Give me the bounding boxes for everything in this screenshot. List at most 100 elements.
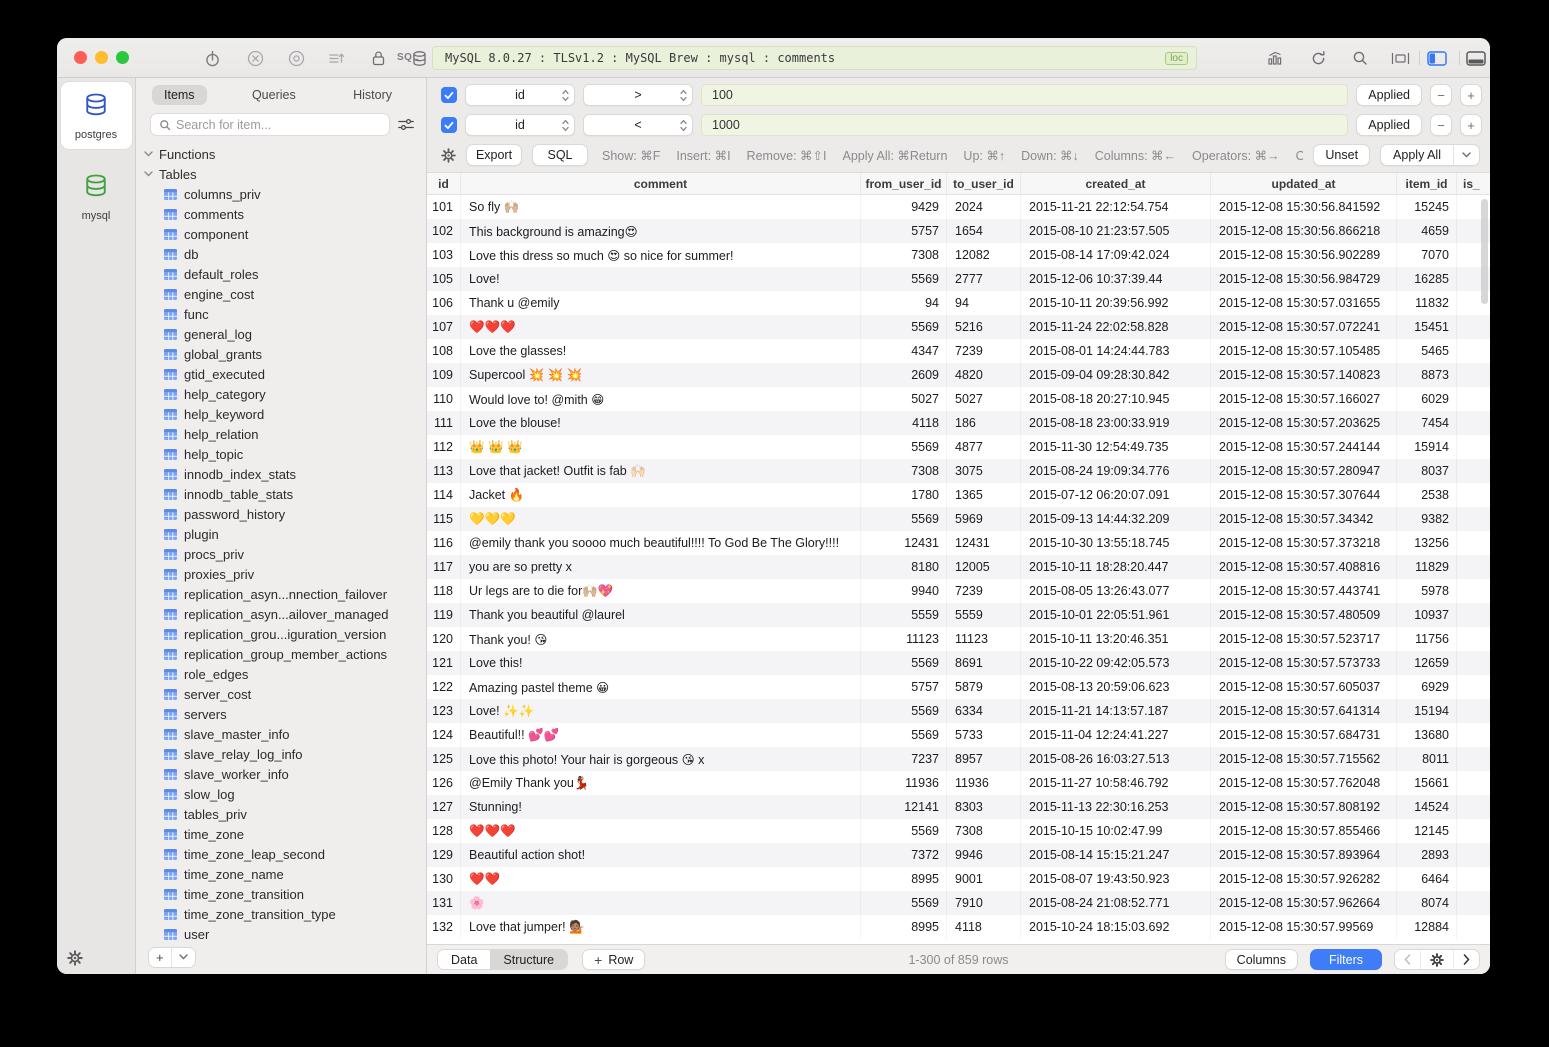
cell-comment[interactable]: ❤️❤️❤️ [461,315,861,339]
zoom-window-button[interactable] [116,51,129,64]
table-row[interactable]: 102This background is amazing😍5757165420… [427,219,1490,243]
cell-item_id[interactable]: 9382 [1397,507,1457,531]
cell-updated_at[interactable]: 2015-12-08 15:30:57.443741 [1211,579,1397,603]
cell-created_at[interactable]: 2015-10-30 13:55:18.745 [1021,531,1211,555]
cell-comment[interactable]: Stunning! [461,795,861,819]
cell-comment[interactable]: ❤️❤️❤️ [461,819,861,843]
cell-updated_at[interactable]: 2015-12-08 15:30:56.866218 [1211,219,1397,243]
cell-to_user_id[interactable]: 5733 [947,723,1021,747]
cell-comment[interactable]: Love! [461,267,861,291]
cell-updated_at[interactable]: 2015-12-08 15:30:57.480509 [1211,603,1397,627]
cell-updated_at[interactable]: 2015-12-08 15:30:57.641314 [1211,699,1397,723]
cell-to_user_id[interactable]: 6334 [947,699,1021,723]
cell-updated_at[interactable]: 2015-12-08 15:30:57.893964 [1211,843,1397,867]
sidebar-table-item[interactable]: help_category [136,384,426,404]
cell-updated_at[interactable]: 2015-12-08 15:30:57.715562 [1211,747,1397,771]
cell-id[interactable]: 127 [427,795,461,819]
cell-updated_at[interactable]: 2015-12-08 15:30:57.926282 [1211,867,1397,891]
sidebar-table-item[interactable]: global_grants [136,344,426,364]
cell-created_at[interactable]: 2015-10-15 10:02:47.99 [1021,819,1211,843]
cell-created_at[interactable]: 2015-08-10 21:23:57.505 [1021,219,1211,243]
cell-item_id[interactable]: 8074 [1397,891,1457,915]
cell-id[interactable]: 122 [427,675,461,699]
cell-id[interactable]: 113 [427,459,461,483]
cell-comment[interactable]: So fly 🙌🏼 [461,195,861,219]
apply-all-button[interactable]: Apply All [1380,144,1480,166]
cell-to_user_id[interactable]: 3075 [947,459,1021,483]
cell-item_id[interactable]: 13256 [1397,531,1457,555]
column-header-updated_at[interactable]: updated_at [1211,173,1397,194]
cell-id[interactable]: 119 [427,603,461,627]
cell-created_at[interactable]: 2015-11-21 14:13:57.187 [1021,699,1211,723]
cell-item_id[interactable]: 15661 [1397,771,1457,795]
table-row[interactable]: 112👑 👑 👑556948772015-11-30 12:54:49.7352… [427,435,1490,459]
table-row[interactable]: 116@emily thank you soooo much beautiful… [427,531,1490,555]
cell-created_at[interactable]: 2015-09-04 09:28:30.842 [1021,363,1211,387]
cell-from_user_id[interactable]: 11936 [861,771,947,795]
cell-from_user_id[interactable]: 7372 [861,843,947,867]
cell-to_user_id[interactable]: 186 [947,411,1021,435]
apply-all-dropdown-chevron-icon[interactable] [1453,145,1479,165]
table-row[interactable]: 105Love!556927772015-12-06 10:37:39.4420… [427,267,1490,291]
sidebar-table-item[interactable]: help_topic [136,444,426,464]
cell-id[interactable]: 123 [427,699,461,723]
cell-comment[interactable]: 👑 👑 👑 [461,435,861,459]
add-filter-button[interactable]: + [1460,84,1482,106]
table-row[interactable]: 131🌸556979102015-08-24 21:08:52.7712015-… [427,891,1490,915]
filter-column-select[interactable]: id [465,114,575,136]
prev-page-icon[interactable] [1395,950,1420,969]
cell-item_id[interactable]: 6029 [1397,387,1457,411]
cell-created_at[interactable]: 2015-12-06 10:37:39.44 [1021,267,1211,291]
sidebar-table-item[interactable]: role_edges [136,664,426,684]
cell-updated_at[interactable]: 2015-12-08 15:30:57.99569 [1211,915,1397,939]
cell-id[interactable]: 126 [427,771,461,795]
cell-to_user_id[interactable]: 12082 [947,243,1021,267]
filter-checkbox[interactable] [441,117,457,133]
cell-id[interactable]: 114 [427,483,461,507]
cell-from_user_id[interactable]: 9940 [861,579,947,603]
cell-to_user_id[interactable]: 7308 [947,819,1021,843]
cell-item_id[interactable]: 7454 [1397,411,1457,435]
cell-created_at[interactable]: 2015-11-27 10:58:46.792 [1021,771,1211,795]
sidebar-table-item[interactable]: replication_grou...iguration_version [136,624,426,644]
cell-to_user_id[interactable]: 8691 [947,651,1021,675]
cell-item_id[interactable]: 16285 [1397,267,1457,291]
cell-is[interactable] [1457,555,1490,579]
filter-operator-select[interactable]: > [583,84,693,106]
refresh-icon[interactable] [1308,48,1328,68]
add-item-dropdown[interactable] [171,948,195,967]
cell-to_user_id[interactable]: 11936 [947,771,1021,795]
cell-id[interactable]: 103 [427,243,461,267]
cell-item_id[interactable]: 12659 [1397,651,1457,675]
cell-from_user_id[interactable]: 5569 [861,507,947,531]
sidebar-table-item[interactable]: replication_asyn...ailover_managed [136,604,426,624]
cell-comment[interactable]: ❤️❤️ [461,867,861,891]
cell-id[interactable]: 106 [427,291,461,315]
cell-from_user_id[interactable]: 5559 [861,603,947,627]
cell-from_user_id[interactable]: 5569 [861,723,947,747]
cell-updated_at[interactable]: 2015-12-08 15:30:57.072241 [1211,315,1397,339]
cell-from_user_id[interactable]: 5569 [861,315,947,339]
cell-item_id[interactable]: 6929 [1397,675,1457,699]
sidebar-table-item[interactable]: innodb_table_stats [136,484,426,504]
table-row[interactable]: 132Love that jumper! 💁🏽899541182015-10-2… [427,915,1490,939]
cell-to_user_id[interactable]: 12005 [947,555,1021,579]
sql-window-icon[interactable]: SQL [397,52,419,63]
cell-created_at[interactable]: 2015-08-14 15:15:21.247 [1021,843,1211,867]
filter-sliders-icon[interactable] [398,118,414,131]
fit-width-icon[interactable] [1390,48,1410,68]
sidebar-table-item[interactable]: default_roles [136,264,426,284]
cell-created_at[interactable]: 2015-11-30 12:54:49.735 [1021,435,1211,459]
close-window-button[interactable] [74,51,87,64]
sidebar-table-item[interactable]: password_history [136,504,426,524]
table-row[interactable]: 121Love this!556986912015-10-22 09:42:05… [427,651,1490,675]
sidebar-table-item[interactable]: plugin [136,524,426,544]
cell-id[interactable]: 118 [427,579,461,603]
cell-is[interactable] [1457,603,1490,627]
cell-item_id[interactable]: 11829 [1397,555,1457,579]
cell-id[interactable]: 129 [427,843,461,867]
tree-group-tables[interactable]: Tables [136,164,426,184]
tab-queries[interactable]: Queries [240,85,308,105]
sidebar-table-item[interactable]: component [136,224,426,244]
cell-is[interactable] [1457,795,1490,819]
